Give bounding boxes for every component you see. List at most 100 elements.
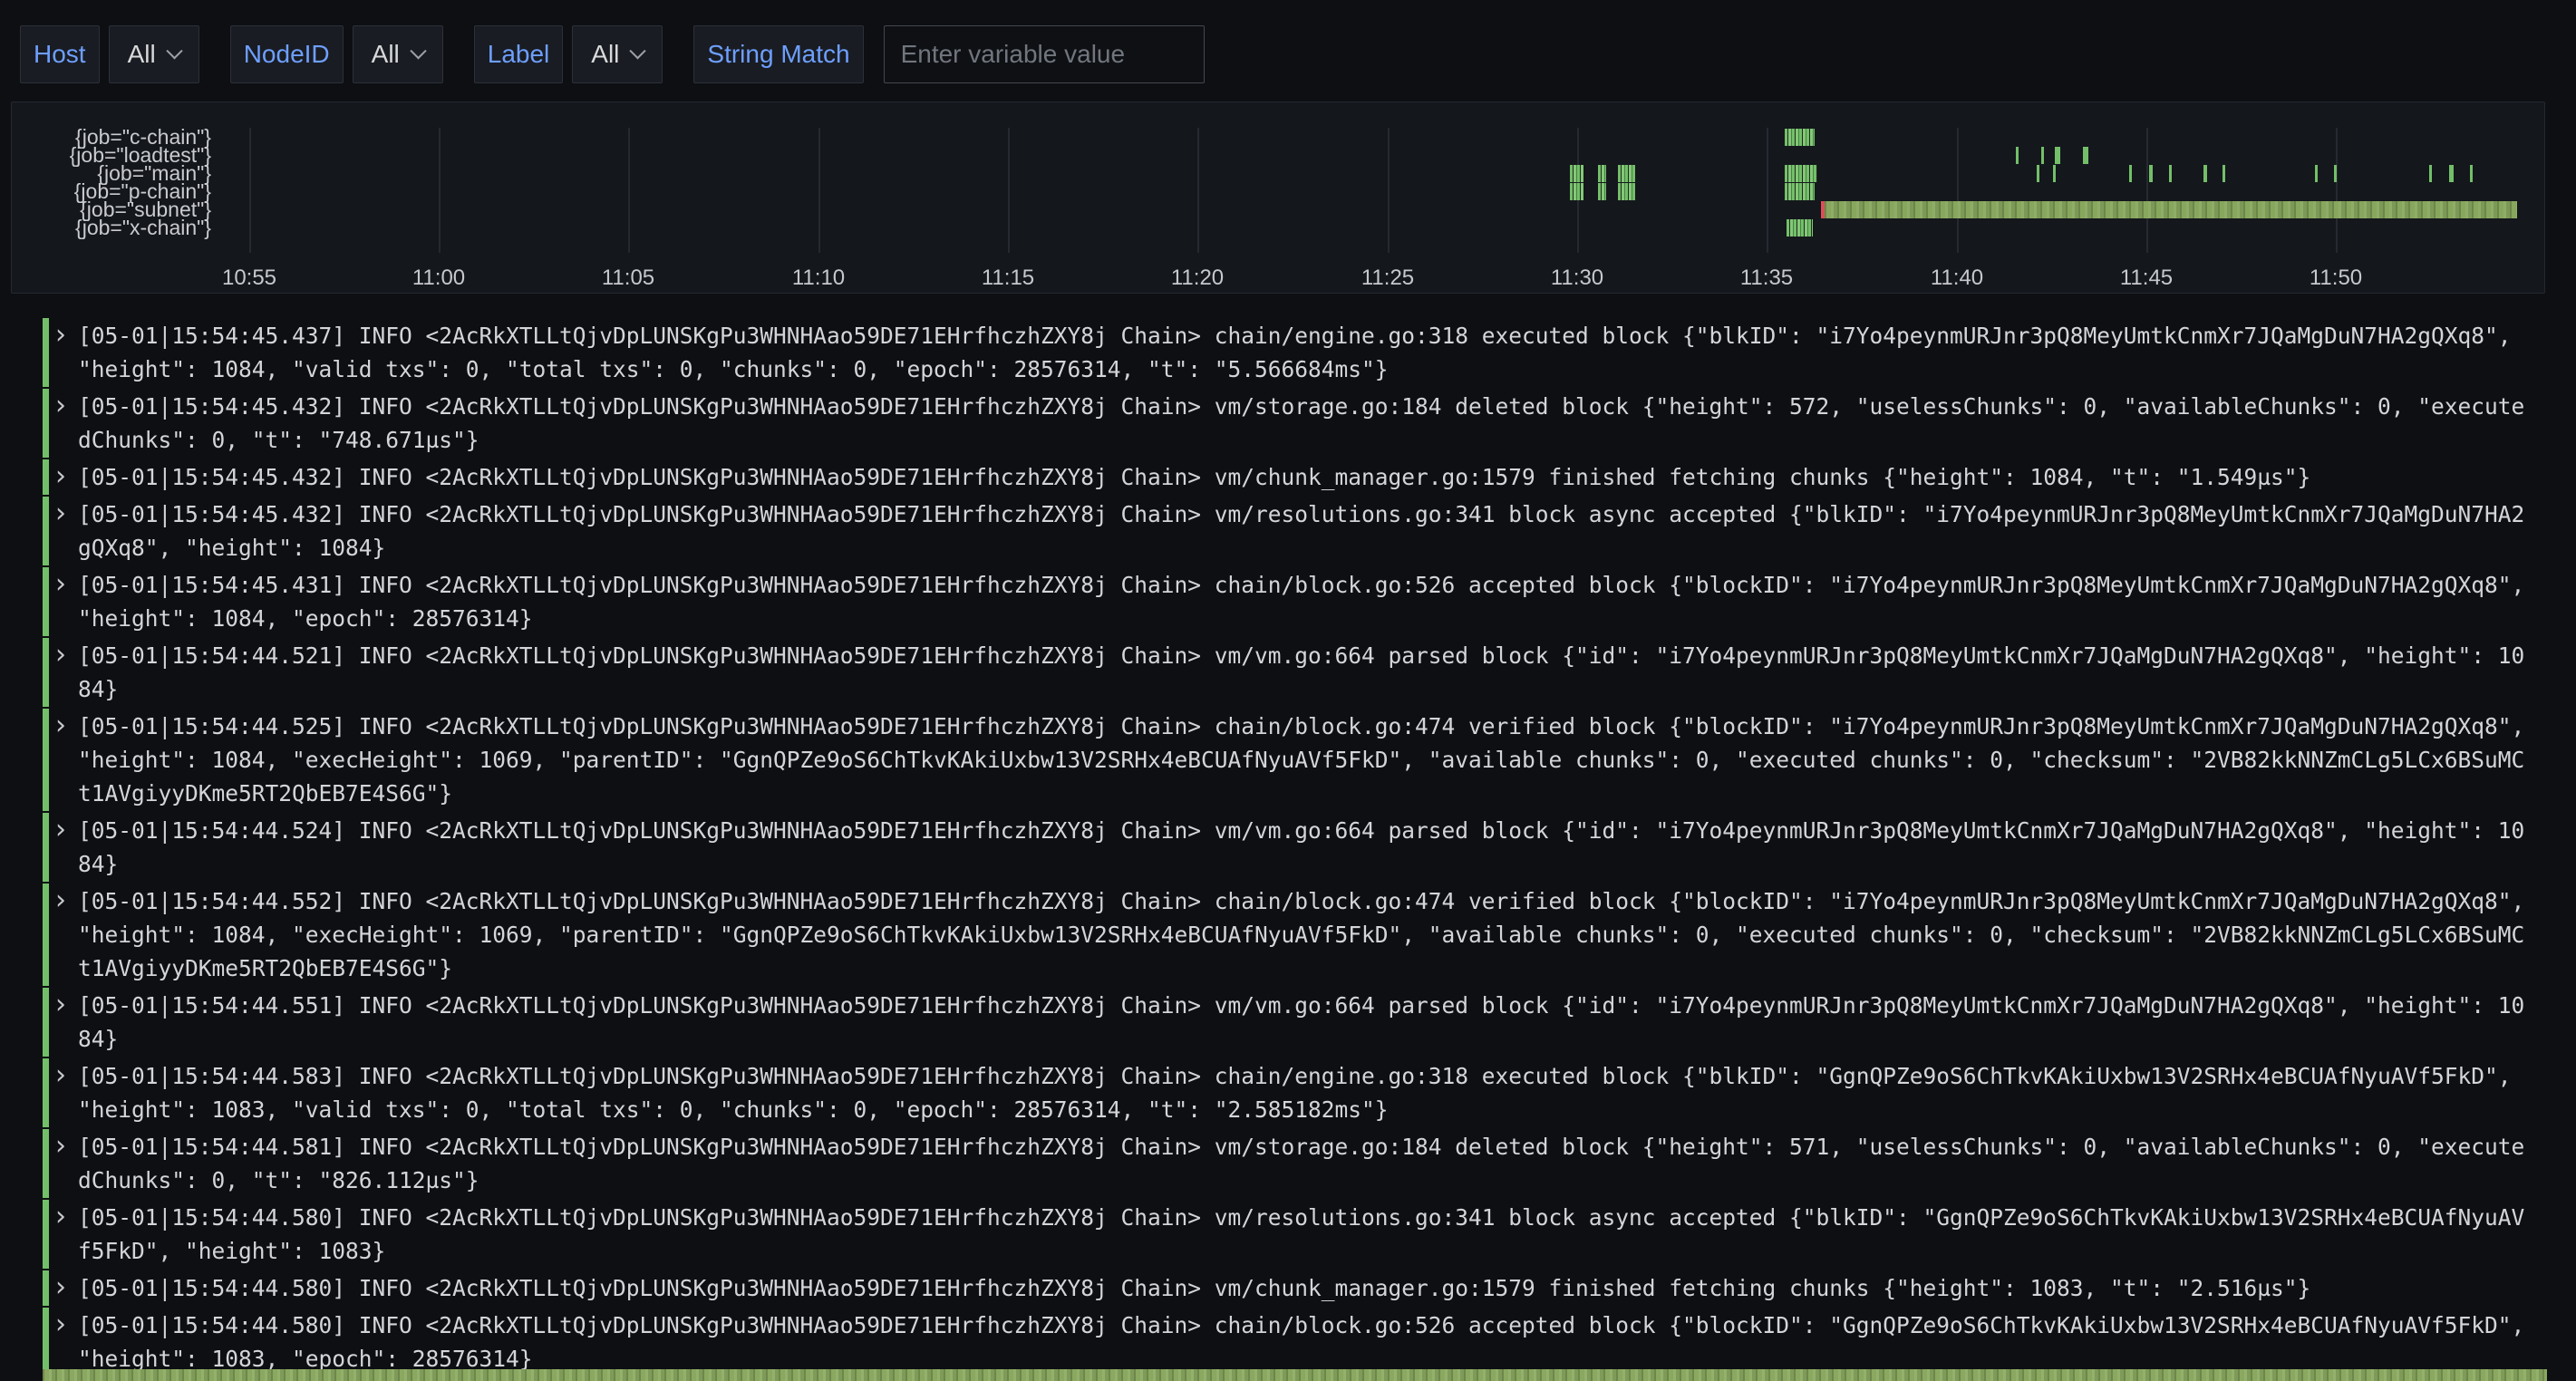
variable-label: NodeID (230, 25, 344, 83)
log-line-text: [05-01|15:54:44.580] INFO <2AcRkXTLLtQjv… (78, 1201, 2527, 1268)
variable-selected-value: All (591, 40, 619, 69)
chevron-right-icon[interactable]: › (55, 640, 66, 671)
variable-value-dropdown[interactable]: All (572, 25, 663, 83)
x-axis-tick-label: 11:35 (1726, 266, 1807, 291)
chevron-right-icon[interactable]: › (55, 1202, 66, 1232)
x-gridline (1957, 128, 1959, 253)
x-axis-tick-label: 11:20 (1157, 266, 1238, 291)
variable-selected-value: All (128, 40, 156, 69)
timeline-mark-cluster (1785, 165, 1817, 182)
variable-group-label: Label All (474, 25, 663, 83)
chevron-right-icon[interactable]: › (55, 1309, 66, 1340)
x-gridline (439, 128, 441, 253)
variable-value-dropdown[interactable]: All (353, 25, 443, 83)
chevron-right-icon[interactable]: › (55, 1272, 66, 1303)
x-gridline (249, 128, 251, 253)
x-axis-tick-label: 11:00 (398, 266, 479, 291)
x-axis-tick-label: 11:10 (778, 266, 859, 291)
log-level-bar (43, 1270, 49, 1306)
chevron-right-icon[interactable]: › (55, 1131, 66, 1162)
variable-label: Host (20, 25, 100, 83)
log-line-text: [05-01|15:54:44.552] INFO <2AcRkXTLLtQjv… (78, 884, 2527, 985)
log-row[interactable]: › [05-01|15:54:44.525] INFO <2AcRkXTLLtQj… (43, 708, 2544, 812)
log-level-bar (43, 497, 49, 565)
x-gridline (1008, 128, 1010, 253)
x-gridline (628, 128, 630, 253)
log-row[interactable]: ›[05-01|15:54:44.521] INFO <2AcRkXTLLtQj… (43, 637, 2544, 708)
log-line-text: [05-01|15:54:44.581] INFO <2AcRkXTLLtQjv… (78, 1130, 2527, 1197)
chevron-right-icon[interactable]: › (55, 391, 66, 421)
x-axis-tick-label: 11:40 (1916, 266, 1998, 291)
log-level-bar (43, 1308, 49, 1376)
log-volume-timeline-panel: {job="c-chain"}{job="loadtest"}{job="mai… (11, 101, 2545, 294)
timeline-mark-cluster (1570, 183, 1583, 200)
log-row[interactable]: ›[05-01|15:54:45.432] INFO <2AcRkXTLLtQj… (43, 496, 2544, 566)
log-list: ›[05-01|15:54:45.437] INFO <2AcRkXTLLtQj… (43, 317, 2544, 1377)
timeline-mark-tick (2470, 165, 2473, 182)
chevron-right-icon[interactable]: › (55, 569, 66, 600)
log-level-bar (43, 1058, 49, 1127)
log-level-bar (43, 567, 49, 636)
caret-down-icon (410, 43, 426, 59)
log-row[interactable]: ›[05-01|15:54:44.551] INFO <2AcRkXTLLtQj… (43, 987, 2544, 1057)
timeline-mark-tick (2315, 165, 2318, 182)
log-row[interactable]: › [05-01|15:54:45.432] INFO <2AcRkXTLLtQj… (43, 388, 2544, 459)
timeline-series-label: {job="x-chain"} (12, 218, 211, 237)
x-axis-tick-label: 11:50 (2295, 266, 2377, 291)
variable-filter-bar: Host All NodeID All Label All String Match (20, 25, 1235, 83)
log-row[interactable]: › [05-01|15:54:44.580] INFO <2AcRkXTLLtQj… (43, 1270, 2544, 1307)
x-gridline (818, 128, 820, 253)
timeline-mark-tick (2429, 165, 2432, 182)
timeline-plot-area[interactable]: 10:5511:0011:0511:1011:1511:2011:2511:30… (223, 128, 2539, 253)
chevron-right-icon[interactable]: › (55, 1060, 66, 1091)
timeline-mark-tick (2334, 165, 2337, 182)
log-line-text: [05-01|15:54:45.432] INFO <2AcRkXTLLtQjv… (78, 390, 2527, 457)
x-axis-tick-label: 11:15 (967, 266, 1049, 291)
timeline-mark-cluster (1785, 183, 1815, 200)
x-gridline (1388, 128, 1390, 253)
x-axis-tick-label: 10:55 (208, 266, 290, 291)
log-level-bar (43, 1200, 49, 1269)
x-axis-tick-label: 11:45 (2106, 266, 2187, 291)
chevron-right-icon[interactable]: › (55, 815, 66, 845)
log-row[interactable]: ›[05-01|15:54:45.432] INFO <2AcRkXTLLtQj… (43, 459, 2544, 496)
log-level-bar (43, 813, 49, 882)
log-line-text: [05-01|15:54:44.580] INFO <2AcRkXTLLtQjv… (78, 1271, 2527, 1305)
timeline-mark-cluster (1570, 165, 1583, 182)
x-axis-tick-label: 11:30 (1536, 266, 1618, 291)
timeline-mark-tick (2055, 147, 2060, 164)
variable-group-host: Host All (20, 25, 199, 83)
log-row[interactable]: ›[05-01|15:54:45.437] INFO <2AcRkXTLLtQj… (43, 317, 2544, 388)
variable-selected-value: All (372, 40, 400, 69)
log-level-bar (43, 1129, 49, 1198)
log-level-bar (43, 884, 49, 986)
string-match-input[interactable] (884, 25, 1205, 83)
log-row[interactable]: › [05-01|15:54:44.580] INFO <2AcRkXTLLtQj… (43, 1199, 2544, 1270)
timeline-mark-cluster (1785, 129, 1815, 146)
timeline-mark-tick (2083, 147, 2088, 164)
log-level-bar (43, 318, 49, 387)
chevron-right-icon[interactable]: › (55, 320, 66, 351)
next-panel-sliver (43, 1369, 2547, 1381)
timeline-mark-tick (2149, 165, 2153, 182)
log-row[interactable]: › [05-01|15:54:44.552] INFO <2AcRkXTLLtQj… (43, 883, 2544, 987)
chevron-right-icon[interactable]: › (55, 990, 66, 1020)
chevron-right-icon[interactable]: › (55, 461, 66, 492)
timeline-mark-bar (1825, 201, 2517, 218)
log-level-bar (43, 988, 49, 1057)
log-line-text: [05-01|15:54:44.525] INFO <2AcRkXTLLtQjv… (78, 710, 2527, 810)
log-level-bar (43, 389, 49, 458)
log-row[interactable]: › [05-01|15:54:44.581] INFO <2AcRkXTLLtQj… (43, 1128, 2544, 1199)
chevron-right-icon[interactable]: › (55, 498, 66, 529)
variable-label: Label (474, 25, 564, 83)
log-row[interactable]: ›[05-01|15:54:44.580] INFO <2AcRkXTLLtQj… (43, 1307, 2544, 1377)
variable-group-string-match: String Match (693, 25, 1204, 83)
variable-value-dropdown[interactable]: All (109, 25, 199, 83)
timeline-mark-tick (2053, 165, 2056, 182)
timeline-mark-tick (2041, 147, 2044, 164)
log-row[interactable]: ›[05-01|15:54:45.431] INFO <2AcRkXTLLtQj… (43, 566, 2544, 637)
log-row[interactable]: ›[05-01|15:54:44.583] INFO <2AcRkXTLLtQj… (43, 1057, 2544, 1128)
log-row[interactable]: ›[05-01|15:54:44.524] INFO <2AcRkXTLLtQj… (43, 812, 2544, 883)
chevron-right-icon[interactable]: › (55, 710, 66, 741)
chevron-right-icon[interactable]: › (55, 885, 66, 916)
